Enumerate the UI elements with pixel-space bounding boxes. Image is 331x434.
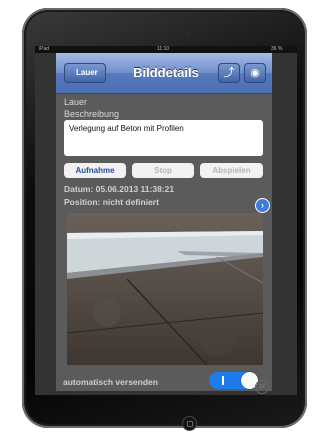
app-view: Lauer Bilddetails ⤴ ◉ Lauer Beschreibung… <box>56 53 272 391</box>
status-time: 11:10 <box>157 46 170 52</box>
play-button[interactable]: Abspielen <box>200 163 263 178</box>
screen: iPad 11:10 36 % Lauer Bilddetails ⤴ ◉ La… <box>35 46 297 395</box>
record-button[interactable]: Aufnahme <box>64 163 126 178</box>
battery-label: 36 % <box>271 46 283 52</box>
toggle-on-mark <box>222 376 224 385</box>
home-button[interactable] <box>183 417 196 430</box>
photo-preview[interactable] <box>67 213 263 365</box>
navigation-bar: Lauer Bilddetails ⤴ ◉ <box>56 53 272 94</box>
camera-icon: ◉ <box>250 67 260 79</box>
stop-button[interactable]: Stop <box>132 163 194 178</box>
name-label: Lauer <box>64 97 88 107</box>
share-image-icon: ⤴ <box>223 67 235 79</box>
auto-send-toggle[interactable] <box>209 372 258 389</box>
share-image-button[interactable]: ⤴ <box>218 63 240 83</box>
status-bar: iPad 11:10 36 % <box>35 46 297 53</box>
zoom-badge[interactable]: 1X <box>255 380 269 394</box>
date-text: Datum: 05.06.2013 11:38:21 <box>64 184 175 194</box>
page-title: Bilddetails <box>133 65 199 80</box>
auto-send-label: automatisch versenden <box>63 377 158 387</box>
carrier-label: iPad <box>39 46 50 52</box>
description-field[interactable]: Verlegung auf Beton mit Profilen <box>64 120 263 156</box>
front-camera <box>186 32 190 36</box>
camera-button[interactable]: ◉ <box>244 63 266 83</box>
back-button[interactable]: Lauer <box>64 63 106 83</box>
roof-photo-image <box>67 213 263 365</box>
description-label: Beschreibung <box>64 109 120 119</box>
position-text: Position: nicht definiert <box>64 197 159 207</box>
position-detail-button[interactable]: › <box>255 198 270 213</box>
chevron-right-icon: › <box>261 200 264 210</box>
